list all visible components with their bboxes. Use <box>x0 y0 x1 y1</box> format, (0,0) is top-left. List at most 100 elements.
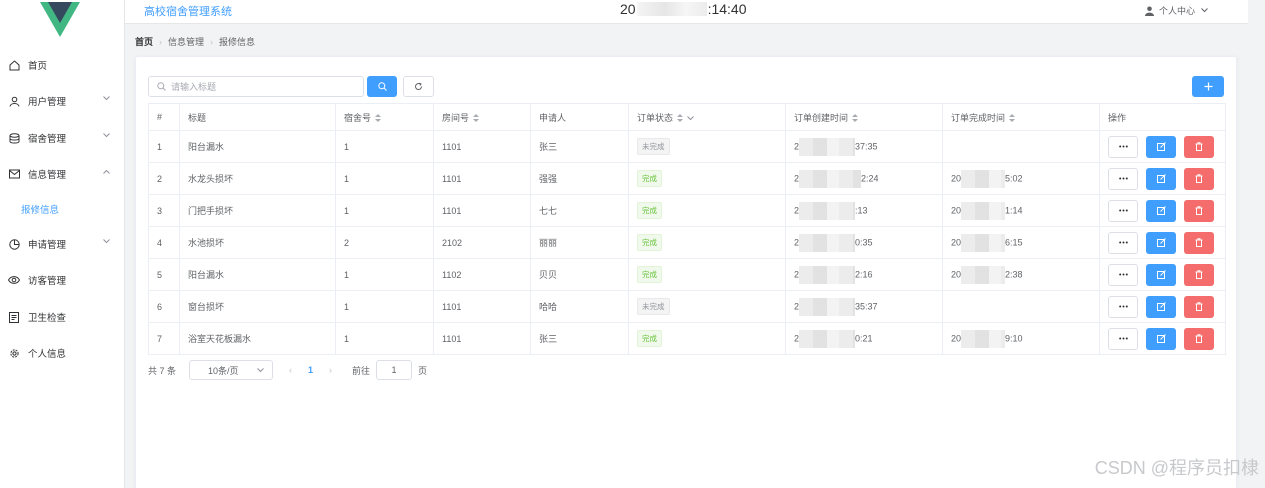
more-icon <box>1118 177 1128 180</box>
filter-chevron-icon[interactable] <box>687 115 694 121</box>
edit-button[interactable] <box>1146 199 1176 222</box>
delete-button[interactable] <box>1184 295 1214 318</box>
next-page-button[interactable]: › <box>329 365 332 375</box>
prev-page-button[interactable]: ‹ <box>289 365 292 375</box>
row-created-time: 2 35:37 <box>785 290 943 323</box>
col-room-header[interactable]: 房间号 <box>433 103 531 131</box>
timestamp-suffix: 2:16 <box>855 268 873 279</box>
delete-button[interactable] <box>1184 327 1214 350</box>
row-index: 5 <box>148 258 180 291</box>
row-applicant: 张三 <box>530 322 629 355</box>
sidebar-item-users[interactable]: 用户管理 <box>0 83 124 119</box>
row-title: 门把手损坏 <box>179 194 336 227</box>
col-status-header[interactable]: 订单状态 <box>628 103 786 131</box>
sidebar-item-dorms[interactable]: 宿舍管理 <box>0 120 124 156</box>
row-index: 4 <box>148 226 180 259</box>
timestamp-suffix: 6:15 <box>1005 236 1023 247</box>
more-button[interactable] <box>1108 295 1138 318</box>
row-room: 2102 <box>433 226 531 259</box>
page-number[interactable]: 1 <box>308 365 313 375</box>
document-icon <box>8 311 20 323</box>
delete-button[interactable] <box>1184 231 1214 254</box>
timestamp-suffix: 2:24 <box>861 172 879 183</box>
table-row: 1 阳台漏水 1 1101 张三 未完成 2 37:35 <box>148 130 1226 163</box>
col-created-header[interactable]: 订单创建时间 <box>785 103 943 131</box>
edit-icon <box>1156 270 1166 279</box>
sidebar-item-visitors[interactable]: 访客管理 <box>0 262 124 298</box>
timestamp-suffix: 9:10 <box>1005 332 1023 343</box>
sidebar-item-home[interactable]: 首页 <box>0 47 124 83</box>
sort-icon[interactable] <box>1009 114 1016 123</box>
delete-button[interactable] <box>1184 263 1214 286</box>
more-button[interactable] <box>1108 327 1138 350</box>
row-title: 水池损坏 <box>179 226 336 259</box>
more-button[interactable] <box>1108 231 1138 254</box>
action-group <box>1108 263 1225 286</box>
row-title: 阳台漏水 <box>179 258 336 291</box>
chevron-down-icon <box>257 367 264 372</box>
sidebar-item-applications[interactable]: 申请管理 <box>0 226 124 262</box>
delete-button[interactable] <box>1184 135 1214 158</box>
sidebar-item-hygiene[interactable]: 卫生检查 <box>0 299 124 335</box>
action-group <box>1108 327 1225 350</box>
search-input[interactable] <box>148 76 364 97</box>
trash-icon <box>1195 302 1203 311</box>
row-actions <box>1099 226 1226 259</box>
eye-icon <box>8 274 20 286</box>
more-button[interactable] <box>1108 199 1138 222</box>
status-badge: 完成 <box>637 234 662 251</box>
sort-icon[interactable] <box>473 114 480 123</box>
row-actions <box>1099 258 1226 291</box>
col-dorm-header[interactable]: 宿舍号 <box>335 103 434 131</box>
row-dorm: 1 <box>335 130 434 163</box>
col-created-label: 订单创建时间 <box>794 112 849 123</box>
row-finished-time: 20 5:02 <box>942 162 1100 195</box>
edit-icon <box>1156 206 1166 215</box>
row-finished-time <box>942 130 1100 163</box>
row-status: 未完成 <box>628 130 786 163</box>
delete-button[interactable] <box>1184 167 1214 190</box>
sort-icon[interactable] <box>375 114 382 123</box>
edit-button[interactable] <box>1146 231 1176 254</box>
edit-button[interactable] <box>1146 167 1176 190</box>
sidebar-subitem-repair-info[interactable]: 报修信息 <box>0 194 124 224</box>
col-actions-header: 操作 <box>1099 103 1226 131</box>
edit-button[interactable] <box>1146 263 1176 286</box>
refresh-button[interactable] <box>403 76 434 97</box>
page-size-select[interactable]: 10条/页 <box>189 360 274 380</box>
delete-button[interactable] <box>1184 199 1214 222</box>
sidebar-item-label: 申请管理 <box>28 240 67 251</box>
more-button[interactable] <box>1108 167 1138 190</box>
redacted-block <box>799 137 856 156</box>
redacted-block <box>799 297 856 316</box>
breadcrumb-home[interactable]: 首页 <box>135 35 153 48</box>
more-button[interactable] <box>1108 263 1138 286</box>
row-status: 完成 <box>628 322 786 355</box>
more-icon <box>1118 241 1128 244</box>
more-icon <box>1118 145 1128 148</box>
jump-page-input[interactable] <box>376 360 413 380</box>
edit-button[interactable] <box>1146 327 1176 350</box>
search-field[interactable] <box>171 81 351 92</box>
row-status: 完成 <box>628 162 786 195</box>
gear-icon <box>8 347 20 359</box>
row-actions <box>1099 322 1226 355</box>
sidebar-item-info[interactable]: 信息管理 <box>0 156 124 192</box>
sort-icon[interactable] <box>677 114 684 123</box>
table-row: 7 浴室天花板漏水 1 1101 张三 完成 2 0:21 20 9:10 <box>148 322 1226 355</box>
row-created-time: 2 2:16 <box>785 258 943 291</box>
sidebar-item-profile[interactable]: 个人信息 <box>0 335 124 371</box>
user-center-dropdown[interactable]: 个人中心 <box>1145 4 1213 17</box>
mail-icon <box>8 168 20 180</box>
search-button[interactable] <box>367 76 397 97</box>
edit-button[interactable] <box>1146 135 1176 158</box>
edit-button[interactable] <box>1146 295 1176 318</box>
sort-icon[interactable] <box>852 114 859 123</box>
timestamp-suffix: 0:35 <box>855 236 873 247</box>
col-status-label: 订单状态 <box>637 112 674 123</box>
row-dorm: 1 <box>335 290 434 323</box>
add-button[interactable] <box>1192 76 1224 97</box>
action-group <box>1108 167 1225 190</box>
more-button[interactable] <box>1108 135 1138 158</box>
col-finished-header[interactable]: 订单完成时间 <box>942 103 1100 131</box>
